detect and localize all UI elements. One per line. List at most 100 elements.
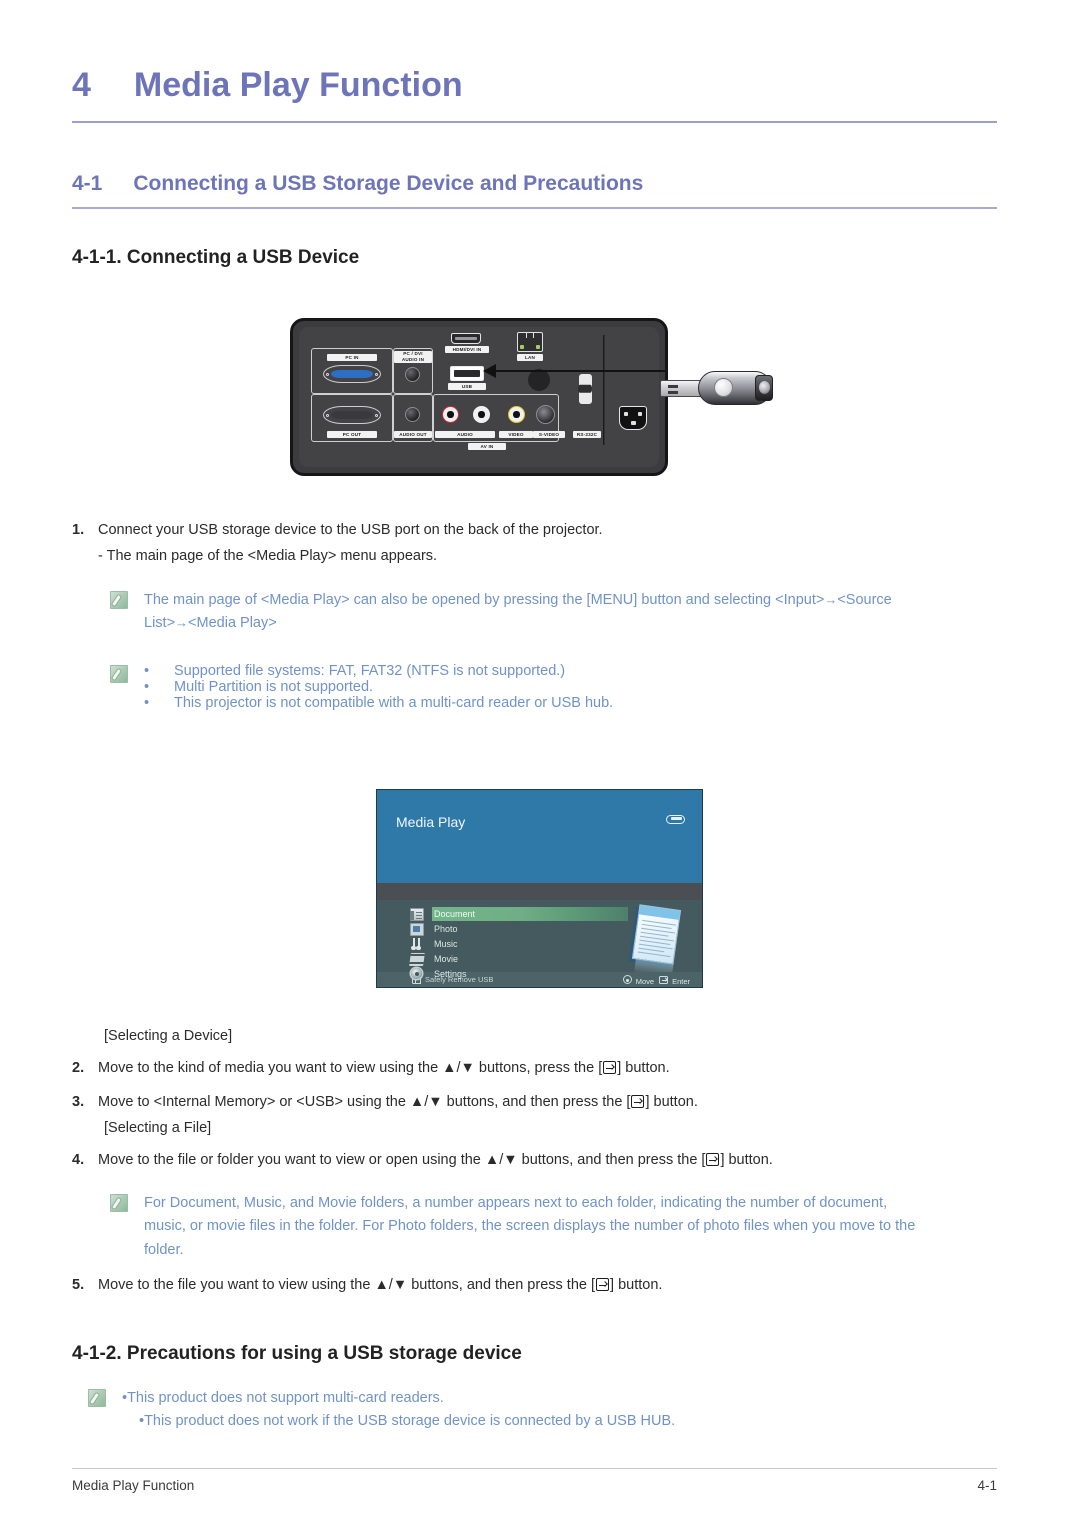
osd-menu-item-label: Photo bbox=[434, 924, 458, 935]
section-number: 4-1 bbox=[72, 172, 103, 195]
pc-in-label: PC IN bbox=[327, 354, 377, 361]
audio-label: AUDIO bbox=[435, 431, 495, 438]
bullet-glyph: • bbox=[144, 663, 150, 679]
note-bullet-text: Supported file systems: FAT, FAT32 (NTFS… bbox=[174, 663, 566, 679]
manual-page: 4 Media Play Function 4-1 Connecting a U… bbox=[0, 0, 1080, 1527]
chapter-number: 4 bbox=[72, 66, 91, 104]
note-body: For Document, Music, and Movie folders, … bbox=[144, 1192, 915, 1262]
step-5-text-a: Move to the file you want to view using … bbox=[98, 1277, 596, 1293]
note-block-folder-counts: For Document, Music, and Movie folders, … bbox=[110, 1192, 1010, 1262]
step-3-number: 3. bbox=[72, 1094, 85, 1110]
osd-enter-hint: Enter bbox=[659, 975, 690, 986]
dpad-icon bbox=[622, 975, 632, 984]
thumbnail-page-header bbox=[639, 905, 680, 920]
osd-menu-item-document[interactable]: Document bbox=[410, 907, 628, 922]
step-4: 4. Move to the file or folder you want t… bbox=[72, 1152, 1002, 1168]
step-4-text: Move to the file or folder you want to v… bbox=[98, 1152, 773, 1168]
pc-out-vga-port bbox=[323, 406, 381, 424]
note-icon bbox=[110, 591, 128, 609]
note-line: folder. bbox=[144, 1241, 184, 1258]
note-bullet-item: • Multi Partition is not supported. bbox=[144, 679, 613, 695]
osd-header: Media Play bbox=[377, 790, 702, 883]
lan-port bbox=[517, 332, 543, 352]
step-4-number: 4. bbox=[72, 1152, 85, 1168]
osd-menu-item-music[interactable]: Music bbox=[410, 937, 628, 952]
step-1: 1. Connect your USB storage device to th… bbox=[72, 522, 1002, 538]
chapter-divider bbox=[72, 121, 997, 123]
step-4-text-b: ] button. bbox=[720, 1152, 773, 1168]
enter-key-icon bbox=[631, 1095, 645, 1108]
audio-out-label: AUDIO OUT bbox=[394, 431, 432, 438]
step-1-subline: - The main page of the <Media Play> menu… bbox=[98, 548, 438, 564]
usb-port bbox=[450, 366, 484, 381]
usb-flash-drive bbox=[660, 368, 780, 408]
note-icon bbox=[88, 1389, 106, 1407]
lan-label: LAN bbox=[517, 354, 543, 361]
step-3-text: Move to <Internal Memory> or <USB> using… bbox=[98, 1094, 698, 1110]
step-5: 5. Move to the file you want to view usi… bbox=[72, 1277, 1002, 1293]
selecting-a-device-label: [Selecting a Device] bbox=[104, 1028, 233, 1044]
osd-menu-item-photo[interactable]: Photo bbox=[410, 922, 628, 937]
thumbnail-page bbox=[631, 904, 682, 965]
power-socket bbox=[619, 406, 647, 430]
document-preview-thumbnail bbox=[625, 903, 688, 979]
osd-footer-hints: Move Enter bbox=[622, 975, 690, 986]
precaution-line: •This product does not work if the USB s… bbox=[139, 1413, 676, 1430]
note-block-menu-path: The main page of <Media Play> can also b… bbox=[110, 589, 1005, 636]
projector-body: PC IN PC / DVI AUDIO IN PC OUT AUDIO OUT … bbox=[290, 318, 668, 476]
note-bullet-item: • This projector is not compatible with … bbox=[144, 695, 613, 711]
usb-label: USB bbox=[448, 383, 486, 390]
step-2-text-b: ] button. bbox=[617, 1060, 670, 1076]
video-label: VIDEO bbox=[499, 431, 533, 438]
connection-arrow-line bbox=[495, 370, 665, 372]
settings-gear-icon bbox=[410, 968, 424, 981]
note-line-2-tail: <Media Play> bbox=[188, 615, 277, 632]
note-icon bbox=[110, 665, 128, 683]
document-icon bbox=[410, 907, 424, 921]
osd-move-hint: Move bbox=[622, 975, 654, 986]
step-1-text: Connect your USB storage device to the U… bbox=[98, 522, 603, 538]
usb-drive-indicator bbox=[759, 381, 770, 394]
subsection-2-heading: 4-1-2. Precautions for using a USB stora… bbox=[72, 1343, 522, 1364]
panel-seam bbox=[603, 335, 605, 445]
note-line: For Document, Music, and Movie folders, … bbox=[144, 1195, 888, 1211]
step-4-text-a: Move to the file or folder you want to v… bbox=[98, 1152, 706, 1168]
bullet-glyph: • bbox=[144, 695, 150, 711]
audio-left-rca-jack bbox=[473, 406, 490, 423]
note-line-1-text: The main page of <Media Play> can also b… bbox=[144, 592, 825, 608]
s-video-port bbox=[536, 405, 555, 424]
footer-page-number: 4-1 bbox=[977, 1478, 997, 1493]
rear-hole bbox=[528, 369, 550, 391]
osd-menu-item-label: Document bbox=[434, 909, 476, 920]
hdmi-dvi-in-label: HDMI/DVI IN bbox=[445, 346, 489, 353]
music-icon bbox=[410, 937, 424, 951]
osd-content: Document Photo Music Movie Settings Safe… bbox=[377, 900, 702, 987]
step-5-text: Move to the file you want to view using … bbox=[98, 1277, 662, 1293]
usb-connector bbox=[660, 380, 702, 397]
precaution-line: •This product does not support multi-car… bbox=[122, 1390, 444, 1406]
osd-menu-list: Document Photo Music Movie Settings bbox=[409, 907, 628, 982]
bullet-glyph: • bbox=[144, 679, 150, 695]
osd-menu-item-label: Settings bbox=[434, 969, 467, 980]
osd-enter-label: Enter bbox=[672, 976, 690, 986]
media-play-osd-screenshot: Media Play Document Photo Music Movie Se… bbox=[376, 789, 703, 988]
step-2-text: Move to the kind of media you want to vi… bbox=[98, 1060, 670, 1076]
step-2: 2. Move to the kind of media you want to… bbox=[72, 1060, 1002, 1076]
step-2-number: 2. bbox=[72, 1060, 85, 1076]
section-heading: 4-1 Connecting a USB Storage Device and … bbox=[72, 172, 1012, 196]
section-divider bbox=[72, 207, 997, 209]
rs-232c-port bbox=[578, 374, 593, 404]
note-body: •This product does not support multi-car… bbox=[122, 1387, 675, 1434]
note-body: • Supported file systems: FAT, FAT32 (NT… bbox=[144, 663, 613, 711]
step-3: 3. Move to <Internal Memory> or <USB> us… bbox=[72, 1094, 1002, 1110]
chapter-heading: 4 Media Play Function bbox=[72, 66, 1012, 105]
osd-menu-item-movie[interactable]: Movie bbox=[409, 952, 628, 967]
usb-drive-ring bbox=[714, 378, 733, 397]
step-2-text-a: Move to the kind of media you want to vi… bbox=[98, 1060, 603, 1076]
selecting-a-file-label: [Selecting a File] bbox=[104, 1120, 212, 1136]
footer-left-text: Media Play Function bbox=[72, 1478, 195, 1493]
av-in-label: AV IN bbox=[468, 443, 506, 450]
note-body: The main page of <Media Play> can also b… bbox=[144, 589, 892, 636]
note-line-1: The main page of <Media Play> can also b… bbox=[144, 589, 892, 612]
photo-icon bbox=[410, 922, 424, 936]
